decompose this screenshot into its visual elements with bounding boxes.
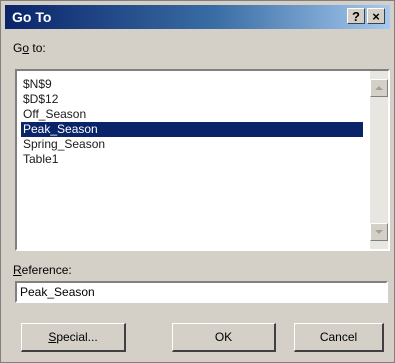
list-item[interactable]: Spring_Season xyxy=(21,137,363,152)
list-item[interactable]: Peak_Season xyxy=(21,122,363,137)
chevron-down-icon xyxy=(375,230,383,234)
reference-label: Reference: xyxy=(13,263,72,277)
list-item[interactable]: Off_Season xyxy=(21,107,363,122)
chevron-up-icon xyxy=(375,86,383,90)
cancel-button[interactable]: Cancel xyxy=(294,323,384,352)
title-bar: Go To ? × xyxy=(5,5,390,29)
special-button[interactable]: Special... xyxy=(21,323,126,352)
list-item[interactable]: $D$12 xyxy=(21,92,363,107)
vertical-scrollbar[interactable] xyxy=(370,71,388,249)
list-items: $N$9 $D$12 Off_Season Peak_Season Spring_Sea… xyxy=(21,77,363,167)
list-item[interactable]: Table1 xyxy=(21,152,363,167)
ok-button[interactable]: OK xyxy=(172,323,276,352)
list-item[interactable]: $N$9 xyxy=(21,77,363,92)
scroll-down-button[interactable] xyxy=(370,223,388,241)
go-to-listbox[interactable]: $N$9 $D$12 Off_Season Peak_Season Spring_Sea… xyxy=(15,69,390,251)
scroll-up-button[interactable] xyxy=(370,79,388,97)
go-to-dialog: Go To ? × Go to: $N$9 $D$12 Off_Season Peak… xyxy=(0,0,395,363)
go-to-label: Go to: xyxy=(13,41,46,55)
help-button[interactable]: ? xyxy=(347,8,365,24)
dialog-title: Go To xyxy=(12,9,52,25)
reference-input[interactable] xyxy=(15,281,388,303)
close-button[interactable]: × xyxy=(367,8,385,24)
